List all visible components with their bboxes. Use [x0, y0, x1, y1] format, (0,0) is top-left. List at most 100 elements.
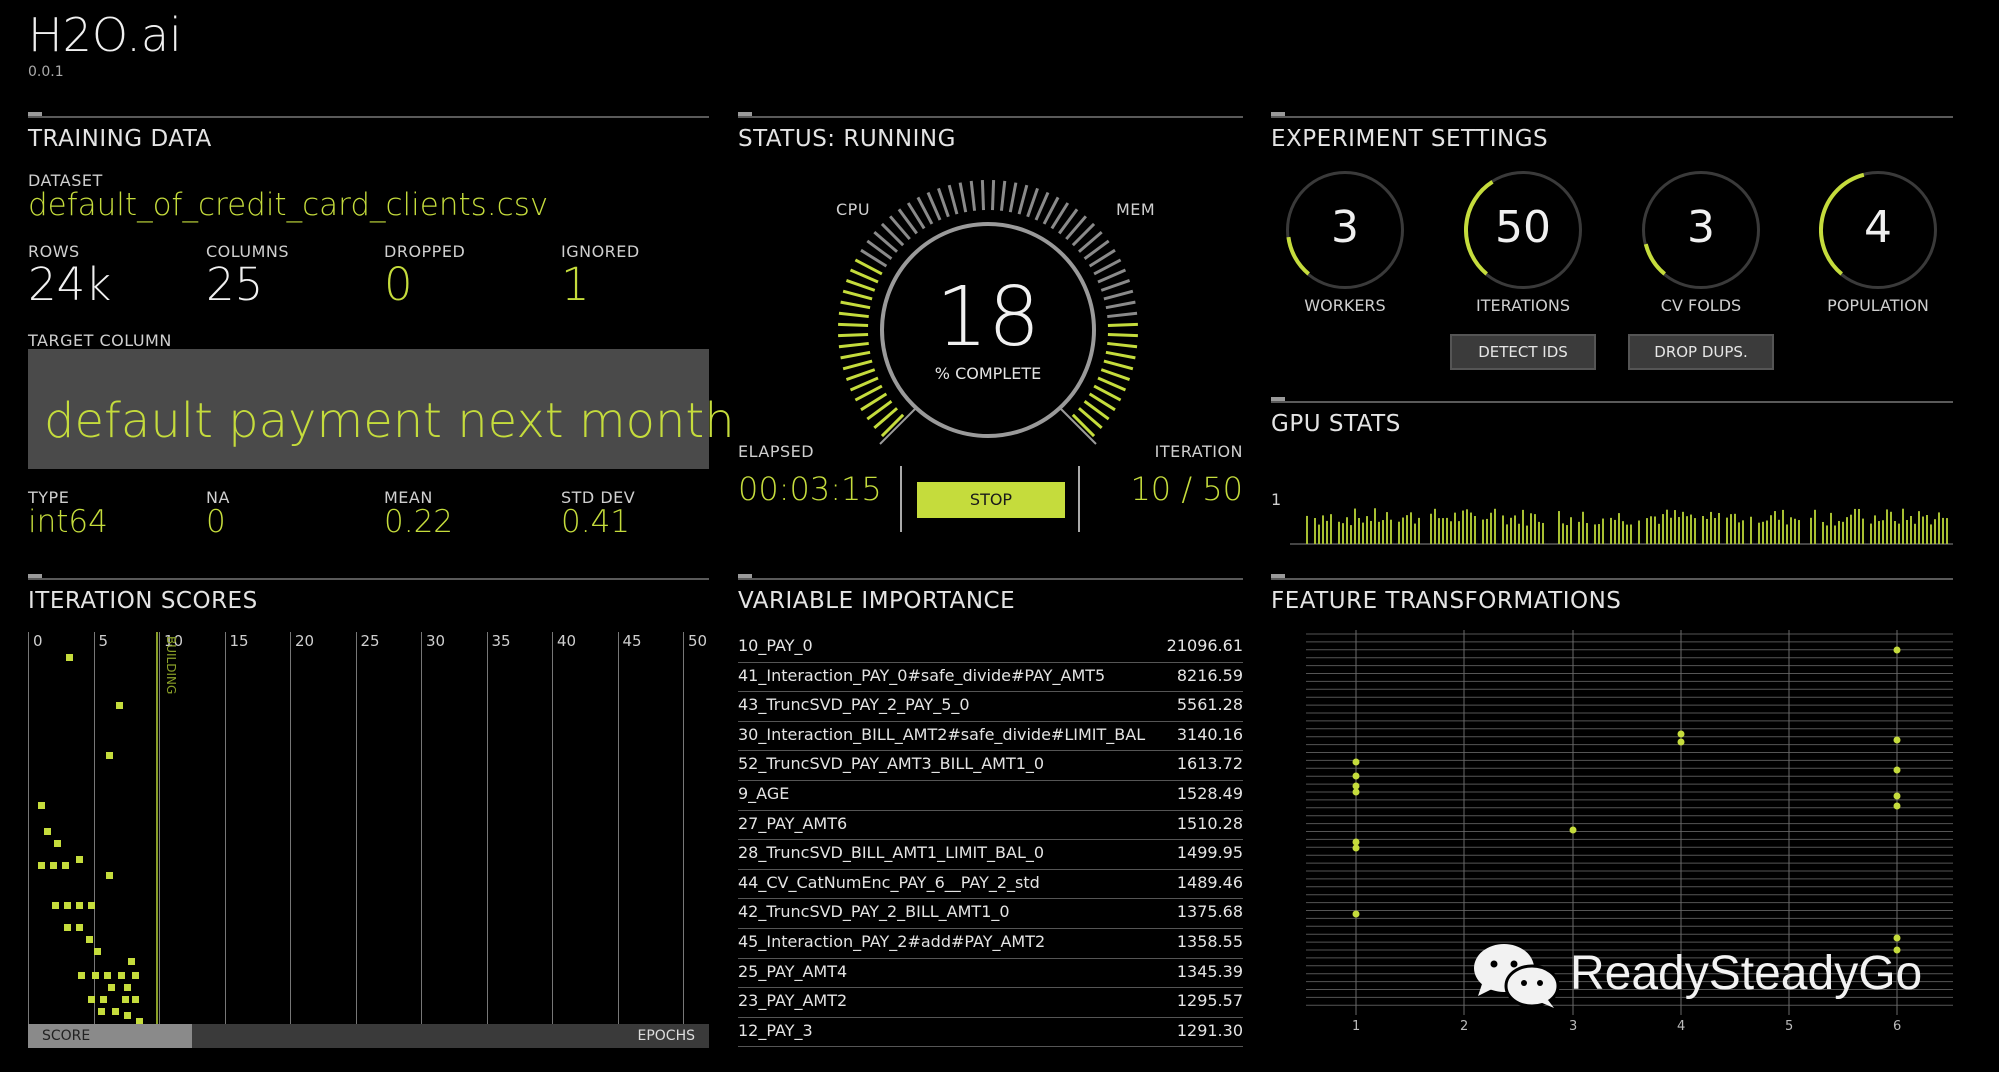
importance-feature-name: 28_TruncSVD_BILL_AMT1_LIMIT_BAL_0: [738, 843, 1045, 863]
training-title: TRAINING DATA: [28, 126, 212, 152]
importance-row[interactable]: 41_Interaction_PAY_0#safe_divide#PAY_AMT…: [738, 662, 1243, 693]
gpu-bar: [1810, 517, 1812, 544]
gpu-bar: [1350, 525, 1352, 544]
gpu-bar: [1566, 525, 1568, 544]
importance-row[interactable]: 42_TruncSVD_PAY_2_BILL_AMT1_0 1375.68: [738, 898, 1243, 929]
importance-row[interactable]: 28_TruncSVD_BILL_AMT1_LIMIT_BAL_0 1499.95: [738, 839, 1243, 870]
feature-point: [1569, 826, 1577, 834]
stop-button-label: STOP: [969, 490, 1013, 509]
score-tick-label: 25: [360, 632, 380, 650]
feature-point: [1893, 792, 1901, 800]
gpu-bar: [1570, 517, 1572, 544]
importance-row[interactable]: 45_Interaction_PAY_2#add#PAY_AMT2 1358.55: [738, 928, 1243, 959]
gpu-bar: [1910, 515, 1912, 544]
importance-row[interactable]: 12_PAY_3 1291.30: [738, 1017, 1243, 1048]
percent-complete-value: 18: [935, 270, 1041, 365]
gauge-tick: [1105, 350, 1136, 360]
drop-dups-button[interactable]: DROP DUPS.: [1628, 334, 1774, 370]
ignored-value[interactable]: 1: [561, 258, 590, 311]
workers-dial[interactable]: 3: [1286, 171, 1404, 289]
gpu-bar: [1366, 516, 1368, 544]
gpu-bar: [1490, 512, 1492, 544]
dataset-name[interactable]: default_of_credit_card_clients.csv: [28, 187, 548, 223]
gpu-bar: [1578, 521, 1580, 544]
training-rule: [28, 112, 709, 118]
score-point: [62, 862, 69, 869]
gpu-bar: [1594, 524, 1596, 544]
gpu-bar: [1502, 515, 1504, 544]
watermark-text: ReadySteadyGo: [1570, 947, 1923, 1000]
gauge-tick: [1103, 289, 1134, 301]
gpu-bar: [1442, 518, 1444, 544]
importance-row[interactable]: 27_PAY_AMT6 1510.28: [738, 810, 1243, 841]
importance-feature-name: 25_PAY_AMT4: [738, 961, 848, 981]
score-gridline: [486, 632, 488, 1024]
gpu-bar: [1846, 517, 1848, 544]
gpu-bar: [1942, 517, 1944, 544]
gpu-bar: [1622, 521, 1624, 544]
feature-point: [1352, 910, 1360, 918]
importance-value: 3140.16: [1176, 724, 1243, 744]
scores-rule: [28, 574, 709, 580]
score-point: [78, 972, 85, 979]
score-point: [44, 828, 51, 835]
gpu-bar: [1454, 512, 1456, 544]
gauge-tick: [969, 180, 977, 211]
score-point: [112, 1008, 119, 1015]
gpu-bar: [1398, 521, 1400, 544]
score-gridline: [28, 632, 29, 1024]
iterations-dial[interactable]: 50: [1464, 171, 1582, 289]
gpu-bar: [1838, 520, 1840, 544]
cv-folds-dial[interactable]: 3: [1642, 171, 1760, 289]
building-marker: [156, 632, 158, 1024]
importance-feature-name: 45_Interaction_PAY_2#add#PAY_AMT2: [738, 932, 1046, 951]
gauge-tick: [1107, 311, 1138, 319]
importance-row[interactable]: 30_Interaction_BILL_AMT2#safe_divide#LIM…: [738, 721, 1243, 752]
gpu-bar: [1766, 520, 1768, 544]
na-value: 0: [206, 504, 226, 540]
gpu-bar: [1610, 517, 1612, 544]
rows-value: 24k: [28, 258, 112, 311]
score-tab[interactable]: SCORE: [28, 1024, 192, 1048]
score-point: [88, 996, 95, 1003]
importance-value: 1613.72: [1176, 754, 1243, 774]
gpu-bar: [1822, 521, 1824, 544]
gpu-bar: [1854, 508, 1856, 544]
gpu-bar: [1466, 509, 1468, 544]
gauge-tick: [838, 341, 869, 349]
importance-row[interactable]: 44_CV_CatNumEnc_PAY_6__PAY_2_std 1489.46: [738, 869, 1243, 900]
gauge-tick: [849, 268, 879, 284]
gpu-bar: [1318, 524, 1320, 544]
importance-row[interactable]: 52_TruncSVD_PAY_AMT3_BILL_AMT1_0 1613.72: [738, 750, 1243, 781]
gauge-tick: [842, 359, 873, 371]
importance-value: 1295.57: [1176, 991, 1243, 1011]
dropped-value[interactable]: 0: [384, 258, 413, 311]
importance-value: 8216.59: [1176, 665, 1243, 685]
gpu-bar: [1474, 516, 1476, 544]
score-tick-label: 50: [688, 632, 708, 650]
score-point: [38, 802, 45, 809]
population-dial[interactable]: 4: [1819, 171, 1937, 289]
importance-row[interactable]: 25_PAY_AMT4 1345.39: [738, 958, 1243, 989]
target-box[interactable]: default payment next month: [28, 349, 735, 469]
detect-ids-button[interactable]: DETECT IDS: [1450, 334, 1596, 370]
gpu-bar: [1826, 525, 1828, 544]
score-point: [98, 1008, 105, 1015]
gauge-tick: [1097, 376, 1127, 392]
importance-value: 21096.61: [1166, 636, 1243, 655]
importance-row[interactable]: 10_PAY_0 21096.61: [738, 632, 1243, 663]
score-tick-label: 45: [622, 632, 642, 650]
iterations-label: ITERATIONS: [1476, 296, 1570, 315]
importance-row[interactable]: 23_PAY_AMT2 1295.57: [738, 987, 1243, 1018]
gpu-bar: [1314, 518, 1316, 544]
gpu-bar: [1602, 518, 1604, 544]
importance-row[interactable]: 9_AGE 1528.49: [738, 780, 1243, 811]
gpu-bar: [1842, 521, 1844, 544]
feature-point: [1677, 730, 1685, 738]
feature-point: [1893, 802, 1901, 810]
importance-row[interactable]: 43_TruncSVD_PAY_2_PAY_5_0 5561.28: [738, 691, 1243, 722]
epochs-label[interactable]: EPOCHS: [638, 1024, 696, 1048]
gpu-bar: [1558, 511, 1560, 544]
cpu-label: CPU: [836, 200, 871, 219]
stop-button[interactable]: STOP: [917, 482, 1065, 518]
